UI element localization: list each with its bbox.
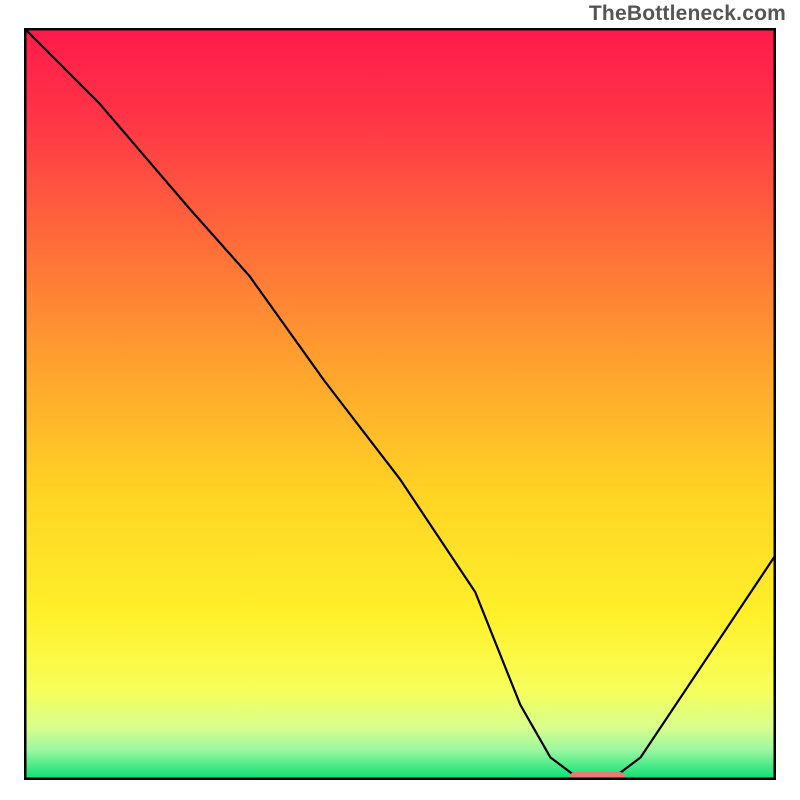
watermark-text: TheBottleneck.com [589,2,786,26]
bottleneck-chart [24,28,776,780]
chart-container: TheBottleneck.com [0,0,800,800]
gradient-background [24,28,776,780]
